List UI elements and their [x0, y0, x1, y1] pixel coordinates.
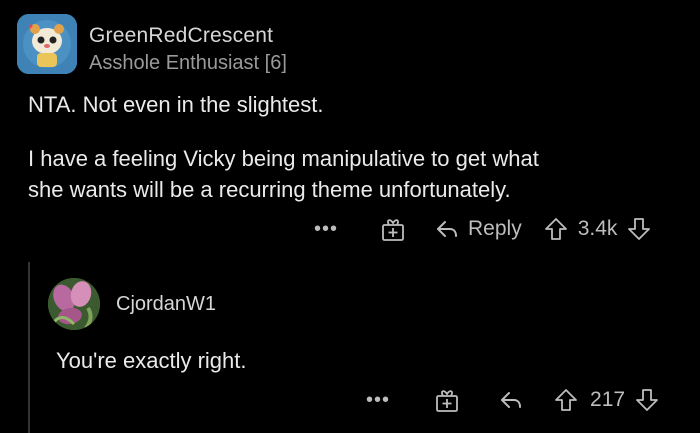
reply-downvote-button[interactable] [635, 387, 659, 413]
reply-username[interactable]: CjordanW1 [116, 293, 216, 316]
reply-vote-score: 217 [590, 388, 626, 411]
arrow-up-icon [555, 389, 577, 411]
user-flair: Asshole Enthusiast [6] [89, 52, 287, 74]
reply-avatar[interactable] [48, 278, 100, 330]
reply-label: Reply [468, 217, 522, 240]
reply-award-button[interactable] [434, 387, 460, 413]
gift-icon [382, 219, 404, 241]
comment-body-line-3: she wants will be a recurring theme unfo… [28, 177, 511, 202]
downvote-button[interactable] [627, 216, 651, 242]
comment-body-line-1: NTA. Not even in the slightest. [28, 92, 324, 117]
comment-username[interactable]: GreenRedCrescent [89, 24, 273, 48]
snoo-avatar-icon [17, 14, 77, 74]
reply-arrow-icon [437, 221, 458, 237]
arrow-down-icon [628, 218, 651, 240]
thread-line[interactable] [28, 262, 30, 433]
vote-score: 3.4k [577, 217, 618, 240]
reply-body: You're exactly right. [56, 348, 247, 373]
reply-actions: ••• 217 [366, 383, 659, 417]
comment-thread: GreenRedCrescent Asshole Enthusiast [6] … [0, 0, 700, 433]
reply-reply-button[interactable] [498, 387, 524, 413]
reply-upvote-button[interactable] [554, 387, 578, 413]
reply-button[interactable]: Reply [434, 216, 522, 242]
comment-body-line-2: I have a feeling Vicky being manipulativ… [28, 146, 539, 171]
reply-more-options-button[interactable]: ••• [366, 389, 390, 412]
more-options-button[interactable]: ••• [314, 218, 338, 241]
arrow-down-icon [636, 389, 658, 411]
upvote-button[interactable] [544, 216, 568, 242]
tulip-avatar-icon [48, 278, 100, 330]
award-button[interactable] [380, 216, 406, 242]
comment-actions: ••• Reply 3.4k [314, 212, 651, 246]
arrow-up-icon [544, 218, 567, 240]
gift-icon [436, 390, 458, 412]
user-avatar[interactable] [17, 14, 77, 74]
reply-arrow-icon [501, 392, 522, 408]
